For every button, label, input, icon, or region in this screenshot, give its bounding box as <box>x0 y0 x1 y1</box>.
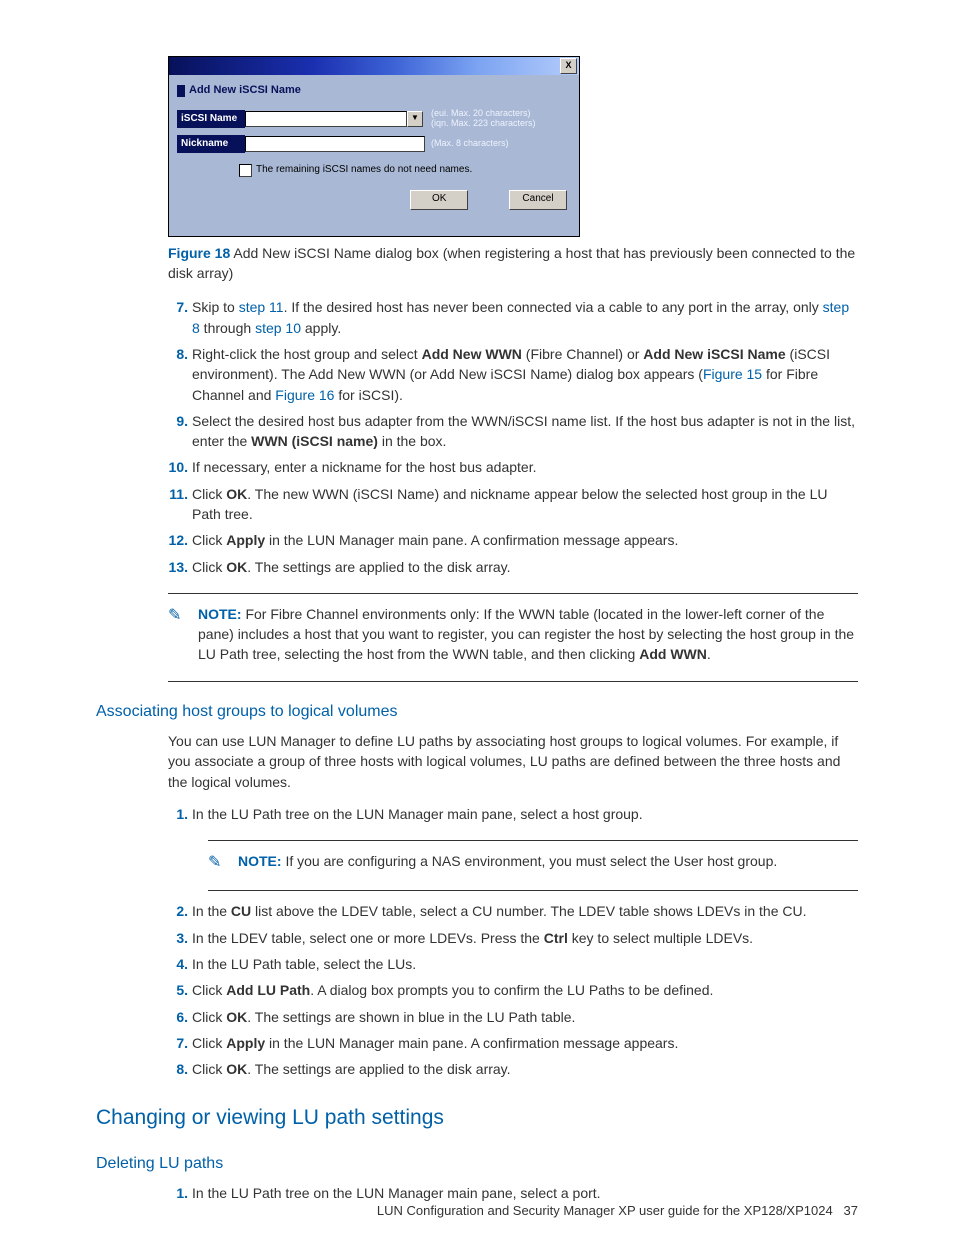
nickname-input[interactable] <box>245 136 425 152</box>
para-associating: You can use LUN Manager to define LU pat… <box>168 731 858 792</box>
checkbox-label: The remaining iSCSI names do not need na… <box>256 163 472 178</box>
heading-changing: Changing or viewing LU path settings <box>96 1103 858 1133</box>
note-icon: ✎ <box>168 604 188 665</box>
ok-button[interactable]: OK <box>410 190 468 210</box>
list-item: 4.In the LU Path table, select the LUs. <box>168 954 858 974</box>
list-item: 9.Select the desired host bus adapter fr… <box>168 411 858 452</box>
note-block: ✎ NOTE: For Fibre Channel environments o… <box>168 604 858 665</box>
close-icon[interactable]: X <box>560 58 577 74</box>
list-item: 5.Click Add LU Path. A dialog box prompt… <box>168 980 858 1000</box>
nickname-hint: (Max. 8 characters) <box>425 139 509 149</box>
dialog-heading: Add New iSCSI Name <box>189 83 301 99</box>
heading-marker-icon <box>177 85 185 97</box>
nickname-label: Nickname <box>177 135 245 154</box>
list-item: 7.Click Apply in the LUN Manager main pa… <box>168 1033 858 1053</box>
list-item: 13.Click OK. The settings are applied to… <box>168 557 858 577</box>
list-item: 1.In the LU Path tree on the LUN Manager… <box>168 1183 858 1203</box>
list-item: 3.In the LDEV table, select one or more … <box>168 928 858 948</box>
chevron-down-icon[interactable]: ▼ <box>407 111 423 127</box>
list-item: 12.Click Apply in the LUN Manager main p… <box>168 530 858 550</box>
heading-deleting: Deleting LU paths <box>96 1152 858 1175</box>
page-footer: LUN Configuration and Security Manager X… <box>377 1202 858 1221</box>
iscsi-name-input[interactable] <box>245 111 407 127</box>
list-item: 6.Click OK. The settings are shown in bl… <box>168 1007 858 1027</box>
list-item: 2.In the CU list above the LDEV table, s… <box>168 901 858 921</box>
cancel-button[interactable]: Cancel <box>509 190 567 210</box>
list-item: 10.If necessary, enter a nickname for th… <box>168 457 858 477</box>
note-icon: ✎ <box>208 851 228 874</box>
iscsi-name-hint: (eui. Max. 20 characters)(iqn. Max. 223 … <box>425 109 536 129</box>
heading-associating: Associating host groups to logical volum… <box>96 700 858 723</box>
remaining-names-checkbox[interactable] <box>239 164 252 177</box>
list-item: 8.Click OK. The settings are applied to … <box>168 1059 858 1079</box>
list-item: 1.In the LU Path tree on the LUN Manager… <box>168 804 858 824</box>
list-item: 11.Click OK. The new WWN (iSCSI Name) an… <box>168 484 858 525</box>
figure-caption: Figure 18 Add New iSCSI Name dialog box … <box>168 243 858 284</box>
note-block-sub: ✎ NOTE: If you are configuring a NAS env… <box>208 851 858 874</box>
list-item: 8.Right-click the host group and select … <box>168 344 858 405</box>
add-iscsi-dialog: X Add New iSCSI Name iSCSI Name ▼ (eui. … <box>168 56 580 237</box>
list-item: 7.Skip to step 11. If the desired host h… <box>168 297 858 338</box>
iscsi-name-label: iSCSI Name <box>177 110 245 129</box>
dialog-title-bar: X <box>169 57 579 75</box>
